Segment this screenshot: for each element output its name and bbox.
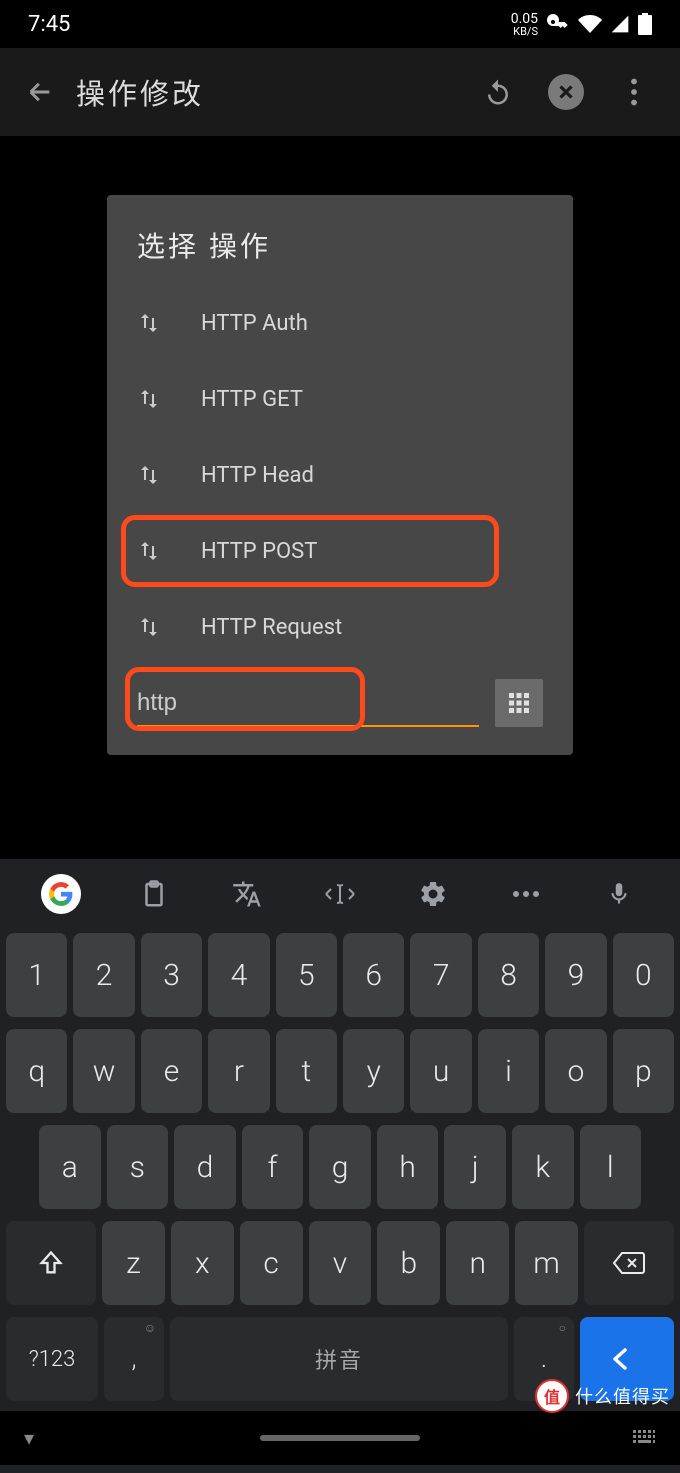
grid-view-button[interactable] [495,679,543,727]
key-q[interactable]: q [6,1029,67,1113]
status-time: 7:45 [28,12,70,37]
key-t[interactable]: t [276,1029,337,1113]
option-label: HTTP GET [201,387,303,412]
key-5[interactable]: 5 [276,933,337,1017]
option-label: HTTP Request [201,615,342,640]
keyboard-toolbar [0,859,680,929]
signal-icon [610,14,630,34]
key-g[interactable]: g [309,1125,371,1209]
key-l[interactable]: l [580,1125,642,1209]
appbar-title: 操作修改 [68,71,476,113]
key-h[interactable]: h [377,1125,439,1209]
option-row[interactable]: HTTP Request [107,589,573,665]
key-d[interactable]: d [174,1125,236,1209]
filter-input[interactable] [137,683,479,727]
swap-icon [137,311,201,335]
watermark: 值 什么值得买 [535,1379,670,1413]
key-j[interactable]: j [444,1125,506,1209]
key-e[interactable]: e [141,1029,202,1113]
key-x[interactable]: x [171,1221,234,1305]
key-2[interactable]: 2 [73,933,134,1017]
watermark-badge: 值 [535,1379,569,1413]
overflow-menu-button[interactable] [612,70,656,114]
key-b[interactable]: b [377,1221,440,1305]
battery-icon [638,13,652,35]
comma-key[interactable]: ☺ , [104,1317,164,1401]
symbols-key[interactable]: ?123 [6,1317,98,1401]
swap-icon [137,615,201,639]
dialog-title: 选择 操作 [107,225,573,285]
key-9[interactable]: 9 [545,933,606,1017]
navigation-bar: ▾ [0,1411,680,1465]
clipboard-button[interactable] [126,866,182,922]
key-i[interactable]: i [478,1029,539,1113]
key-icon [546,12,570,36]
key-3[interactable]: 3 [141,933,202,1017]
key-u[interactable]: u [410,1029,471,1113]
key-8[interactable]: 8 [478,933,539,1017]
key-c[interactable]: c [240,1221,303,1305]
key-w[interactable]: w [73,1029,134,1113]
key-v[interactable]: v [309,1221,372,1305]
space-key[interactable]: 拼音 [170,1317,508,1401]
key-y[interactable]: y [343,1029,404,1113]
key-6[interactable]: 6 [343,933,404,1017]
key-7[interactable]: 7 [410,933,471,1017]
main-content: 选择 操作 HTTP Auth HTTP GET HTTP Head HTTP … [0,136,680,888]
option-row[interactable]: HTTP GET [107,361,573,437]
key-o[interactable]: o [545,1029,606,1113]
key-4[interactable]: 4 [208,933,269,1017]
key-m[interactable]: m [515,1221,578,1305]
option-row[interactable]: HTTP Head [107,437,573,513]
keyboard-switch-icon[interactable] [632,1429,656,1447]
option-label: HTTP Head [201,463,314,488]
undo-button[interactable] [476,70,520,114]
swap-icon [137,463,201,487]
app-bar: 操作修改 [0,48,680,136]
text-cursor-button[interactable] [312,866,368,922]
key-0[interactable]: 0 [613,933,674,1017]
nav-back-icon[interactable]: ▾ [24,1426,34,1450]
key-s[interactable]: s [107,1125,169,1209]
key-r[interactable]: r [208,1029,269,1113]
status-bar: 7:45 0.05 KB/S [0,0,680,48]
shift-key[interactable] [6,1221,96,1305]
back-button[interactable] [12,64,68,120]
swap-icon [137,387,201,411]
close-button[interactable] [544,70,588,114]
key-n[interactable]: n [446,1221,509,1305]
nav-pill[interactable] [260,1435,420,1441]
google-logo-button[interactable] [33,866,89,922]
option-row[interactable]: HTTP Auth [107,285,573,361]
backspace-key[interactable] [584,1221,674,1305]
network-speed: 0.05 KB/S [511,12,538,37]
key-z[interactable]: z [102,1221,165,1305]
watermark-text: 什么值得买 [575,1383,670,1409]
more-button[interactable] [498,866,554,922]
key-1[interactable]: 1 [6,933,67,1017]
swap-icon [137,539,201,563]
key-p[interactable]: p [613,1029,674,1113]
voice-input-button[interactable] [591,866,647,922]
key-a[interactable]: a [39,1125,101,1209]
option-row[interactable]: HTTP POST [107,513,573,589]
select-action-dialog: 选择 操作 HTTP Auth HTTP GET HTTP Head HTTP … [107,195,573,755]
status-icons: 0.05 KB/S [511,12,652,37]
option-label: HTTP POST [201,539,317,564]
key-f[interactable]: f [242,1125,304,1209]
wifi-icon [578,12,602,36]
key-k[interactable]: k [512,1125,574,1209]
settings-button[interactable] [405,866,461,922]
translate-button[interactable] [219,866,275,922]
option-label: HTTP Auth [201,311,308,336]
